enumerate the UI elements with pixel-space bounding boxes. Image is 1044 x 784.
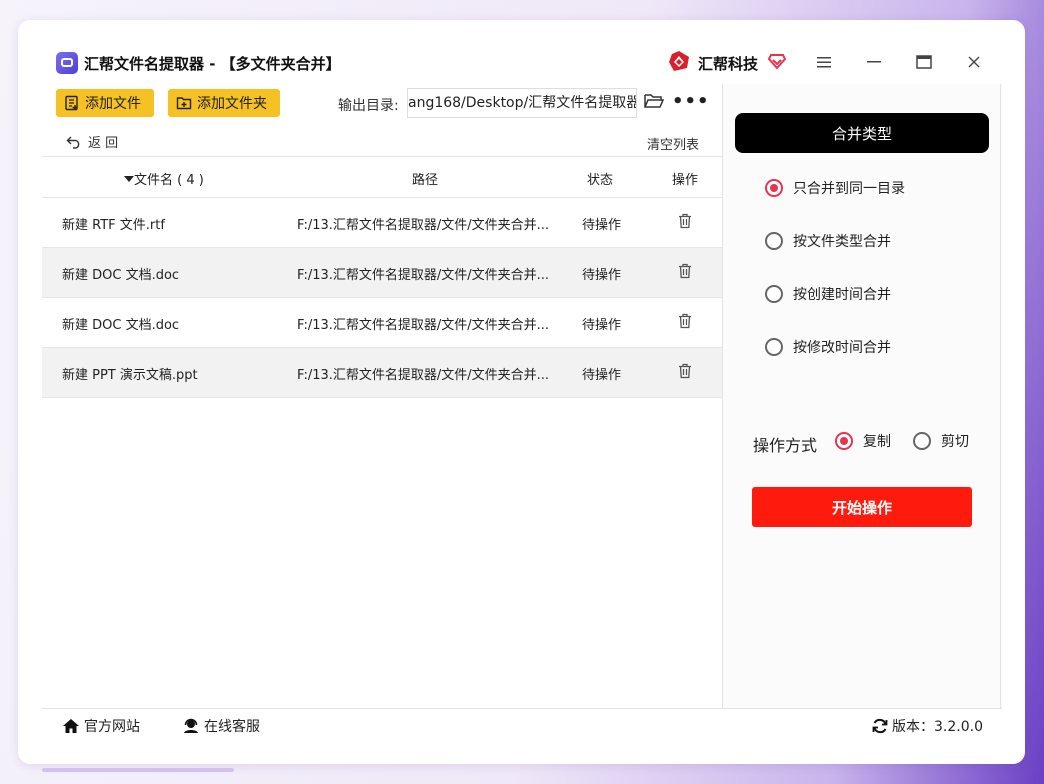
radio-unselected[interactable]	[765, 232, 783, 250]
folder-open-icon[interactable]	[644, 93, 664, 109]
radio-unselected[interactable]	[765, 285, 783, 303]
row-path: F:/13.汇帮文件名提取器/文件/文件夹合并...	[297, 368, 550, 383]
title-bar: 汇帮文件名提取器 - 【多文件夹合并】 汇帮科技	[42, 40, 1002, 84]
menu-button[interactable]	[810, 50, 838, 74]
row-path: F:/13.汇帮文件名提取器/文件/文件夹合并...	[297, 318, 550, 333]
back-label: 返 回	[88, 136, 119, 151]
close-icon	[968, 56, 980, 68]
app-title: 汇帮文件名提取器 - 【多文件夹合并】	[84, 55, 341, 73]
merge-type-title: 合并类型	[735, 113, 989, 153]
sort-down-icon	[124, 175, 134, 182]
option-by-modified[interactable]: 按修改时间合并	[765, 337, 891, 357]
header-path: 路径	[412, 173, 439, 188]
row-name: 新建 DOC 文档.doc	[62, 318, 180, 333]
app-logo-icon	[56, 52, 78, 74]
table-row[interactable]: 新建 DOC 文档.doc F:/13.汇帮文件名提取器/文件/文件夹合并...…	[42, 298, 722, 348]
row-status: 待操作	[582, 218, 622, 233]
radio-unselected[interactable]	[913, 432, 931, 450]
table-row[interactable]: 新建 PPT 演示文稿.ppt F:/13.汇帮文件名提取器/文件/文件夹合并.…	[42, 348, 722, 398]
brand-logo-icon	[669, 51, 689, 71]
official-site-label: 官方网站	[84, 719, 140, 735]
close-button[interactable]	[960, 50, 988, 74]
online-service-link[interactable]: 在线客服	[182, 716, 260, 736]
row-path: F:/13.汇帮文件名提取器/文件/文件夹合并...	[297, 218, 550, 233]
trash-icon[interactable]	[678, 263, 692, 279]
add-folder-button[interactable]: 添加文件夹	[168, 89, 280, 117]
row-path: F:/13.汇帮文件名提取器/文件/文件夹合并...	[297, 268, 550, 283]
back-button[interactable]: 返 回	[66, 132, 118, 151]
decorative-bar	[42, 768, 234, 772]
op-copy-option[interactable]: 复制	[835, 431, 891, 451]
add-folder-icon	[176, 97, 192, 110]
add-file-icon	[65, 95, 78, 111]
table-row[interactable]: 新建 RTF 文件.rtf F:/13.汇帮文件名提取器/文件/文件夹合并...…	[42, 198, 722, 248]
table-header: 文件名 ( 4 ) 路径 状态 操作	[42, 156, 722, 198]
option-label: 只合并到同一目录	[793, 181, 905, 197]
maximize-icon	[916, 55, 932, 69]
row-name: 新建 RTF 文件.rtf	[62, 218, 165, 233]
hamburger-icon	[817, 57, 831, 68]
row-name: 新建 DOC 文档.doc	[62, 268, 180, 283]
option-by-created[interactable]: 按创建时间合并	[765, 284, 891, 304]
clear-list-button[interactable]: 清空列表	[647, 134, 699, 153]
back-arrow-icon	[66, 136, 80, 149]
option-same-dir[interactable]: 只合并到同一目录	[765, 178, 905, 198]
vip-diamond-icon[interactable]	[768, 52, 786, 70]
maximize-button[interactable]	[910, 50, 938, 74]
header-name-label: 文件名 ( 4 )	[134, 173, 204, 188]
panel-right-border	[1000, 84, 1001, 708]
row-name: 新建 PPT 演示文稿.ppt	[62, 368, 198, 383]
app-window: 汇帮文件名提取器 - 【多文件夹合并】 汇帮科技 添加文件 添加文件夹 输出目录…	[42, 40, 1002, 744]
op-copy-label: 复制	[863, 434, 891, 450]
add-folder-label: 添加文件夹	[197, 96, 267, 112]
table-row[interactable]: 新建 DOC 文档.doc F:/13.汇帮文件名提取器/文件/文件夹合并...…	[42, 248, 722, 298]
trash-icon[interactable]	[678, 363, 692, 379]
add-file-button[interactable]: 添加文件	[56, 89, 154, 117]
trash-icon[interactable]	[678, 313, 692, 329]
merge-settings-panel: 合并类型 只合并到同一目录 按文件类型合并 按创建时间合并 按修改时间合并 操作…	[723, 84, 1002, 708]
footer-divider	[42, 708, 1002, 709]
online-service-label: 在线客服	[204, 719, 260, 735]
add-file-label: 添加文件	[85, 96, 141, 112]
official-site-link[interactable]: 官方网站	[62, 716, 140, 736]
file-table: 文件名 ( 4 ) 路径 状态 操作 新建 RTF 文件.rtf F:/13.汇…	[42, 156, 722, 398]
option-label: 按创建时间合并	[793, 287, 891, 303]
output-dir-field[interactable]: ang168/Desktop/汇帮文件名提取器	[407, 88, 637, 118]
option-by-type[interactable]: 按文件类型合并	[765, 231, 891, 251]
option-label: 按修改时间合并	[793, 340, 891, 356]
header-status: 状态	[587, 173, 614, 188]
radio-selected[interactable]	[765, 179, 783, 197]
radio-unselected[interactable]	[765, 338, 783, 356]
minimize-icon	[867, 61, 881, 63]
radio-selected[interactable]	[835, 432, 853, 450]
option-label: 按文件类型合并	[793, 234, 891, 250]
header-name[interactable]: 文件名 ( 4 )	[124, 169, 204, 188]
op-cut-option[interactable]: 剪切	[913, 431, 969, 451]
row-status: 待操作	[582, 268, 622, 283]
row-status: 待操作	[582, 368, 622, 383]
header-op: 操作	[672, 173, 699, 188]
start-button[interactable]: 开始操作	[752, 487, 972, 527]
version-info[interactable]: 版本：3.2.0.0	[872, 716, 983, 736]
brand-name: 汇帮科技	[698, 55, 759, 73]
output-dir-label: 输出目录:	[338, 98, 399, 114]
customer-service-icon	[184, 718, 198, 733]
version-label: 版本：3.2.0.0	[892, 719, 983, 735]
home-icon	[63, 719, 79, 733]
more-options-button[interactable]: •••	[672, 91, 710, 112]
refresh-icon	[872, 718, 888, 734]
trash-icon[interactable]	[678, 213, 692, 229]
row-status: 待操作	[582, 318, 622, 333]
operation-mode-label: 操作方式	[753, 436, 818, 455]
minimize-button[interactable]	[860, 50, 888, 74]
op-cut-label: 剪切	[941, 434, 969, 450]
